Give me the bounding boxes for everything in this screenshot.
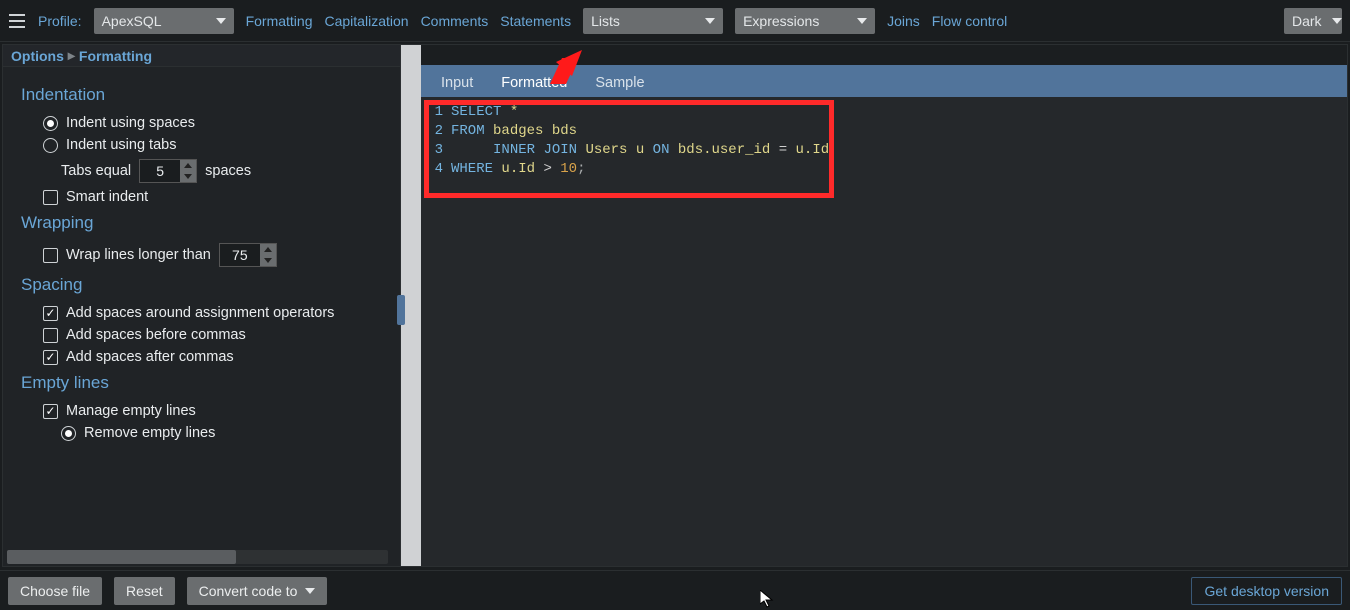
checkbox-icon[interactable] (43, 248, 58, 263)
tab-input[interactable]: Input (427, 69, 487, 97)
opt-after-commas[interactable]: Add spaces after commas (43, 349, 382, 365)
main: Options ▸ Formatting Indentation Indent … (2, 44, 1348, 567)
opt-smart-indent[interactable]: Smart indent (43, 189, 382, 205)
checkbox-icon[interactable] (43, 328, 58, 343)
h-scrollbar[interactable] (7, 550, 388, 564)
splitter[interactable] (401, 45, 421, 566)
section-empty: Empty lines (21, 373, 382, 393)
opt-wrap[interactable]: Wrap lines longer than (43, 243, 382, 267)
code-line: 1 SELECT * (431, 103, 1337, 122)
caret-down-icon (305, 588, 315, 594)
menu-statements[interactable]: Statements (500, 13, 571, 29)
spinner-icon[interactable] (260, 244, 276, 266)
wrap-input[interactable] (219, 243, 277, 267)
theme-value: Dark (1292, 13, 1322, 29)
scrollbar-thumb[interactable] (7, 550, 236, 564)
lists-dropdown[interactable]: Lists (583, 8, 723, 34)
menu-joins[interactable]: Joins (887, 13, 920, 29)
breadcrumb-current: Formatting (79, 48, 152, 64)
code-panel: Input Formatted Sample 1 SELECT * 2 FROM… (421, 45, 1347, 566)
menu-formatting[interactable]: Formatting (246, 13, 313, 29)
code-editor[interactable]: 1 SELECT * 2 FROM badges bds 3 INNER JOI… (421, 97, 1347, 566)
breadcrumb: Options ▸ Formatting (3, 45, 400, 67)
opt-before-commas[interactable]: Add spaces before commas (43, 327, 382, 343)
code-line: 3 INNER JOIN Users u ON bds.user_id = u.… (431, 141, 1337, 160)
section-spacing: Spacing (21, 275, 382, 295)
caret-down-icon (216, 18, 226, 24)
code-line: 2 FROM badges bds (431, 122, 1337, 141)
opt-indent-tabs[interactable]: Indent using tabs (43, 137, 382, 153)
convert-dropdown[interactable]: Convert code to (187, 577, 328, 605)
opt-indent-spaces[interactable]: Indent using spaces (43, 115, 382, 131)
lists-label: Lists (591, 13, 620, 29)
choose-file-button[interactable]: Choose file (8, 577, 102, 605)
breadcrumb-sep-icon: ▸ (68, 47, 75, 64)
theme-dropdown[interactable]: Dark (1284, 8, 1342, 34)
opt-tabs-equal: Tabs equal spaces (61, 159, 382, 183)
tab-sample[interactable]: Sample (581, 69, 658, 97)
opt-remove-empty[interactable]: Remove empty lines (61, 425, 382, 441)
expressions-dropdown[interactable]: Expressions (735, 8, 875, 34)
menu-capitalization[interactable]: Capitalization (325, 13, 409, 29)
options-panel: Options ▸ Formatting Indentation Indent … (3, 45, 401, 566)
convert-label: Convert code to (199, 583, 298, 599)
footer: Choose file Reset Convert code to Get de… (0, 570, 1350, 610)
caret-down-icon (1332, 18, 1342, 24)
tabs-equal-input[interactable] (139, 159, 197, 183)
spinner-icon[interactable] (180, 160, 196, 182)
toolbar: Profile: ApexSQL Formatting Capitalizati… (0, 0, 1350, 42)
tabs-equal-field[interactable] (140, 160, 180, 182)
section-indentation: Indentation (21, 85, 382, 105)
code-tabbar: Input Formatted Sample (421, 65, 1347, 97)
expressions-label: Expressions (743, 13, 819, 29)
profile-value: ApexSQL (102, 13, 162, 29)
code-line: 4 WHERE u.Id > 10; (431, 160, 1337, 179)
checkbox-icon[interactable] (43, 190, 58, 205)
opt-manage-empty[interactable]: Manage empty lines (43, 403, 382, 419)
radio-icon[interactable] (43, 116, 58, 131)
get-desktop-button[interactable]: Get desktop version (1191, 577, 1342, 605)
wrap-field[interactable] (220, 244, 260, 266)
caret-down-icon (705, 18, 715, 24)
hamburger-icon[interactable] (8, 12, 26, 30)
radio-icon[interactable] (43, 138, 58, 153)
tab-formatted[interactable]: Formatted (487, 69, 581, 97)
options-body: Indentation Indent using spaces Indent u… (3, 67, 400, 566)
radio-icon[interactable] (61, 426, 76, 441)
reset-button[interactable]: Reset (114, 577, 175, 605)
opt-around-assign[interactable]: Add spaces around assignment operators (43, 305, 382, 321)
breadcrumb-root[interactable]: Options (11, 48, 64, 64)
profile-dropdown[interactable]: ApexSQL (94, 8, 234, 34)
profile-label: Profile: (38, 13, 82, 29)
checkbox-icon[interactable] (43, 306, 58, 321)
caret-down-icon (857, 18, 867, 24)
section-wrapping: Wrapping (21, 213, 382, 233)
menu-comments[interactable]: Comments (421, 13, 489, 29)
splitter-handle-icon[interactable] (397, 295, 405, 325)
checkbox-icon[interactable] (43, 404, 58, 419)
menu-flow[interactable]: Flow control (932, 13, 1007, 29)
checkbox-icon[interactable] (43, 350, 58, 365)
